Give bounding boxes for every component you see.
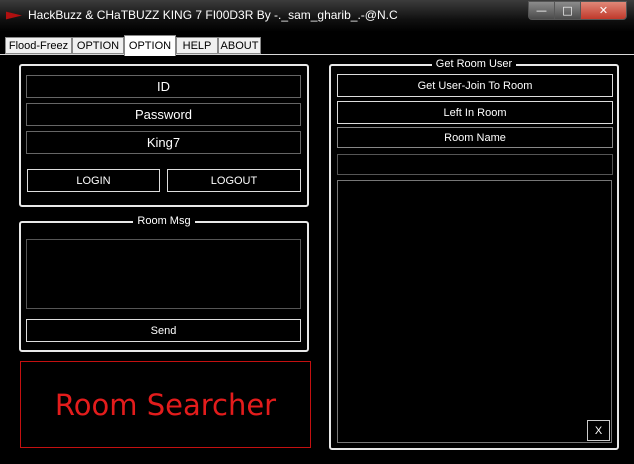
- room-msg-input[interactable]: [26, 239, 301, 309]
- maximize-button[interactable]: □: [554, 1, 581, 20]
- room-msg-legend: Room Msg: [133, 215, 195, 227]
- room-name-input[interactable]: [337, 154, 613, 175]
- room-searcher-button[interactable]: Room Searcher: [20, 361, 311, 448]
- app-icon: [6, 11, 22, 20]
- title-bar: HackBuzz & CHaTBUZZ KING 7 FI00D3R By -.…: [0, 0, 634, 33]
- user-list[interactable]: [337, 180, 612, 443]
- get-room-user-legend: Get Room User: [431, 58, 517, 70]
- get-user-join-button[interactable]: Get User-Join To Room: [337, 74, 613, 97]
- logout-button[interactable]: LOGOUT: [167, 169, 301, 192]
- close-button[interactable]: ✕: [580, 1, 627, 20]
- id-field[interactable]: ID: [26, 75, 301, 98]
- tab-about[interactable]: ABOUT: [218, 37, 261, 54]
- tab-option-2[interactable]: OPTION: [124, 35, 176, 56]
- room-field[interactable]: King7: [26, 131, 301, 154]
- minimize-button[interactable]: —: [528, 1, 555, 20]
- room-name-label: Room Name: [337, 127, 613, 148]
- login-button[interactable]: LOGIN: [27, 169, 160, 192]
- password-field[interactable]: Password: [26, 103, 301, 126]
- tab-help[interactable]: HELP: [176, 37, 218, 54]
- clear-list-button[interactable]: X: [587, 420, 610, 441]
- tab-option-1[interactable]: OPTION: [72, 37, 124, 54]
- window-title: HackBuzz & CHaTBUZZ KING 7 FI00D3R By -.…: [28, 8, 398, 22]
- left-in-room-button[interactable]: Left In Room: [337, 101, 613, 124]
- send-button[interactable]: Send: [26, 319, 301, 342]
- tab-divider: [0, 54, 634, 55]
- tab-flood-freez[interactable]: Flood-Freez: [5, 37, 72, 54]
